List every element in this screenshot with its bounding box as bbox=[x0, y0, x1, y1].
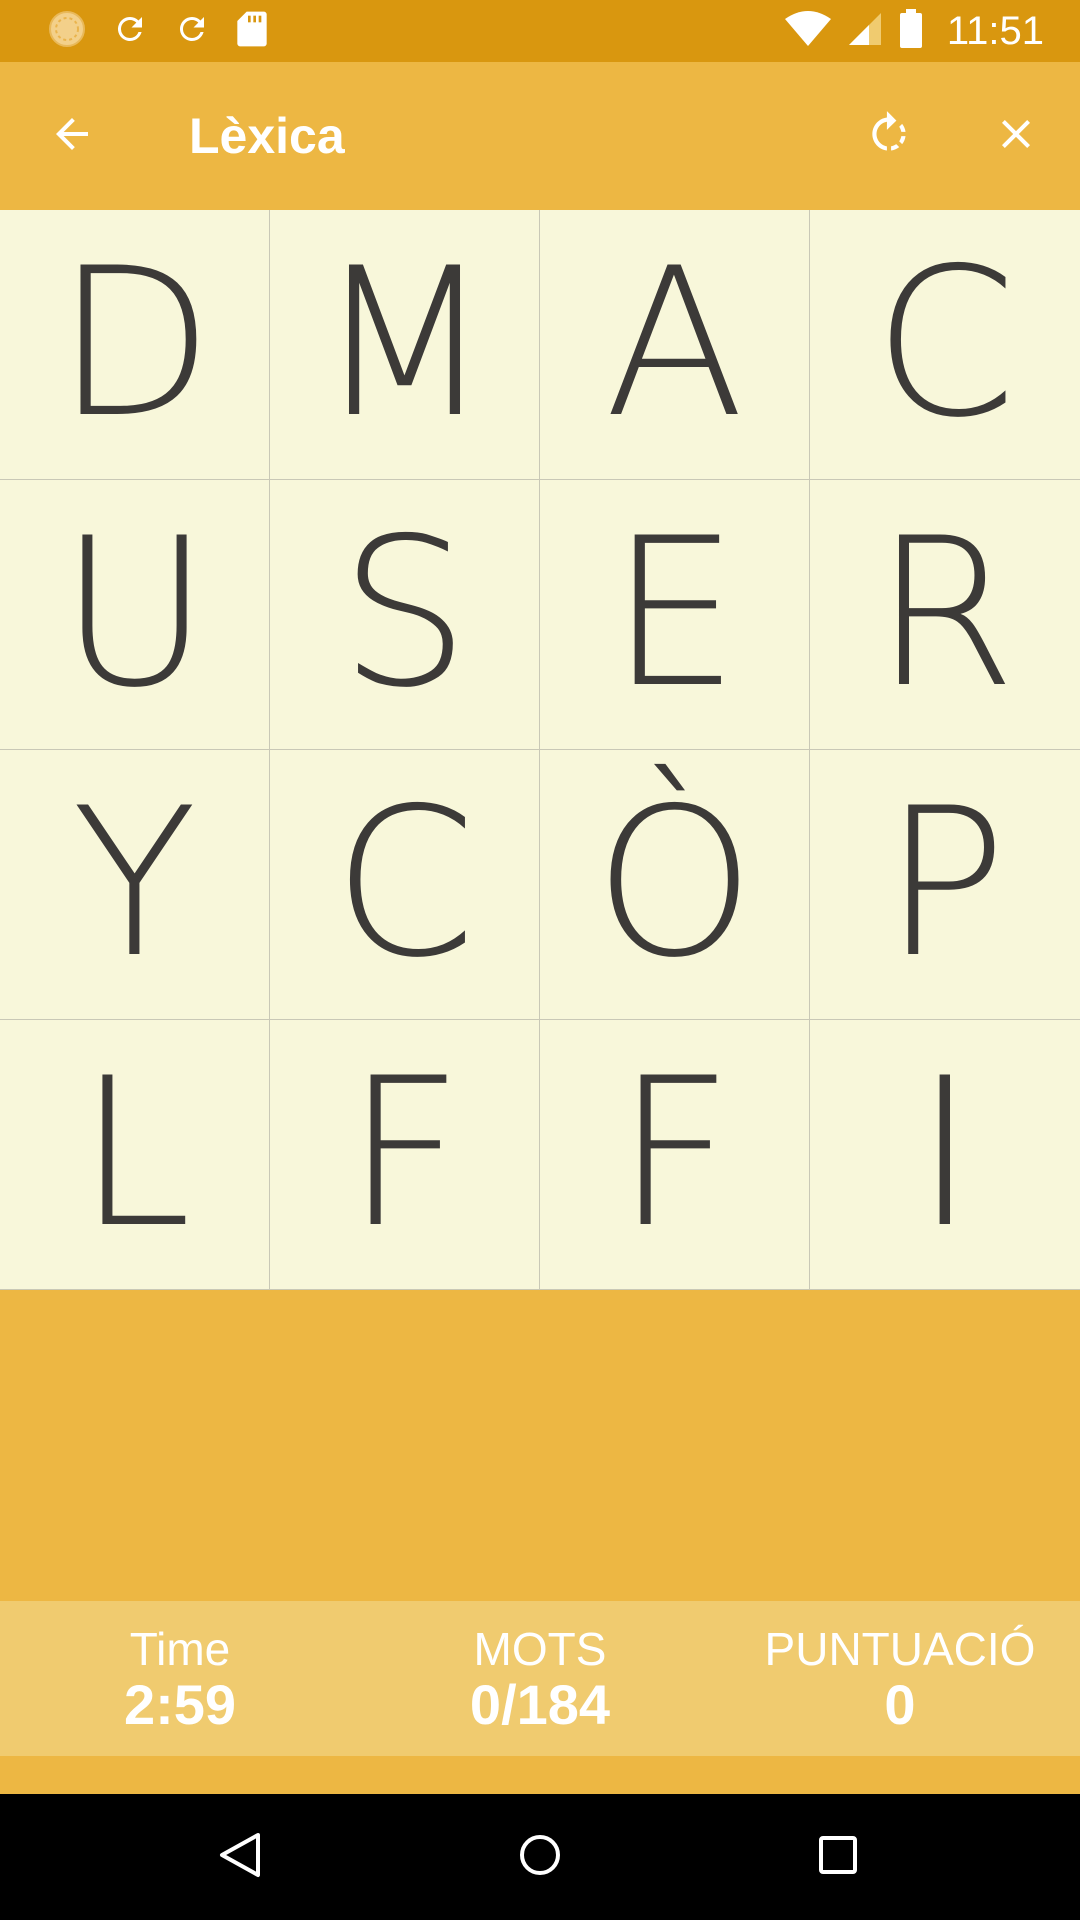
time-value: 2:59 bbox=[123, 1672, 237, 1736]
app-bar: Lèxica bbox=[0, 62, 1080, 210]
letter-cell[interactable]: S bbox=[270, 480, 540, 750]
app-title: Lèxica bbox=[189, 108, 345, 164]
letter-cell[interactable]: R bbox=[810, 480, 1080, 750]
letter-board: D M A C U S E R Y C Ò P L F F I bbox=[0, 210, 1080, 1290]
refresh-icon bbox=[112, 11, 148, 52]
rotate-board-button[interactable] bbox=[843, 90, 935, 182]
refresh-icon bbox=[174, 11, 210, 52]
score-stat: PUNTUACIÓ 0 bbox=[720, 1601, 1080, 1756]
nav-back-button[interactable] bbox=[200, 1817, 280, 1897]
letter-cell[interactable]: F bbox=[270, 1020, 540, 1290]
letter-cell[interactable]: D bbox=[0, 210, 270, 480]
status-left-icons bbox=[48, 0, 268, 62]
letter-cell[interactable]: C bbox=[270, 750, 540, 1020]
nav-recents-button[interactable] bbox=[798, 1817, 878, 1897]
close-button[interactable] bbox=[970, 90, 1062, 182]
back-button[interactable] bbox=[26, 90, 118, 182]
close-icon bbox=[992, 110, 1040, 163]
circle-sun-icon bbox=[48, 10, 86, 53]
letter-cell[interactable]: U bbox=[0, 480, 270, 750]
score-bar: Time 2:59 MOTS 0/184 PUNTUACIÓ 0 bbox=[0, 1601, 1080, 1756]
letter-cell[interactable]: A bbox=[540, 210, 810, 480]
letter-cell[interactable]: P bbox=[810, 750, 1080, 1020]
status-right-icons: 11:51 bbox=[784, 0, 1044, 62]
words-stat: MOTS 0/184 bbox=[360, 1601, 720, 1756]
back-triangle-icon bbox=[218, 1831, 262, 1884]
time-stat: Time 2:59 bbox=[0, 1601, 360, 1756]
battery-icon bbox=[899, 8, 923, 54]
status-time: 11:51 bbox=[946, 8, 1044, 53]
navigation-bar bbox=[0, 1794, 1080, 1920]
score-value: 0 bbox=[884, 1672, 916, 1736]
letter-cell[interactable]: E bbox=[540, 480, 810, 750]
home-circle-icon bbox=[518, 1833, 562, 1882]
letter-cell[interactable]: L bbox=[0, 1020, 270, 1290]
wifi-icon bbox=[784, 10, 831, 52]
back-arrow-icon bbox=[48, 110, 96, 163]
words-label: MOTS bbox=[473, 1622, 607, 1675]
letter-cell[interactable]: I bbox=[810, 1020, 1080, 1290]
sd-card-icon bbox=[236, 10, 268, 53]
letter-cell[interactable]: F bbox=[540, 1020, 810, 1290]
letter-cell[interactable]: Y bbox=[0, 750, 270, 1020]
score-label: PUNTUACIÓ bbox=[764, 1622, 1036, 1675]
letter-cell[interactable]: M bbox=[270, 210, 540, 480]
letter-cell[interactable]: C bbox=[810, 210, 1080, 480]
rotate-icon bbox=[864, 109, 914, 164]
words-value: 0/184 bbox=[469, 1672, 611, 1736]
time-label: Time bbox=[129, 1622, 231, 1675]
recents-square-icon bbox=[818, 1835, 858, 1880]
status-bar: 11:51 bbox=[0, 0, 1080, 62]
nav-home-button[interactable] bbox=[500, 1817, 580, 1897]
signal-icon bbox=[847, 11, 883, 52]
letter-cell[interactable]: Ò bbox=[540, 750, 810, 1020]
